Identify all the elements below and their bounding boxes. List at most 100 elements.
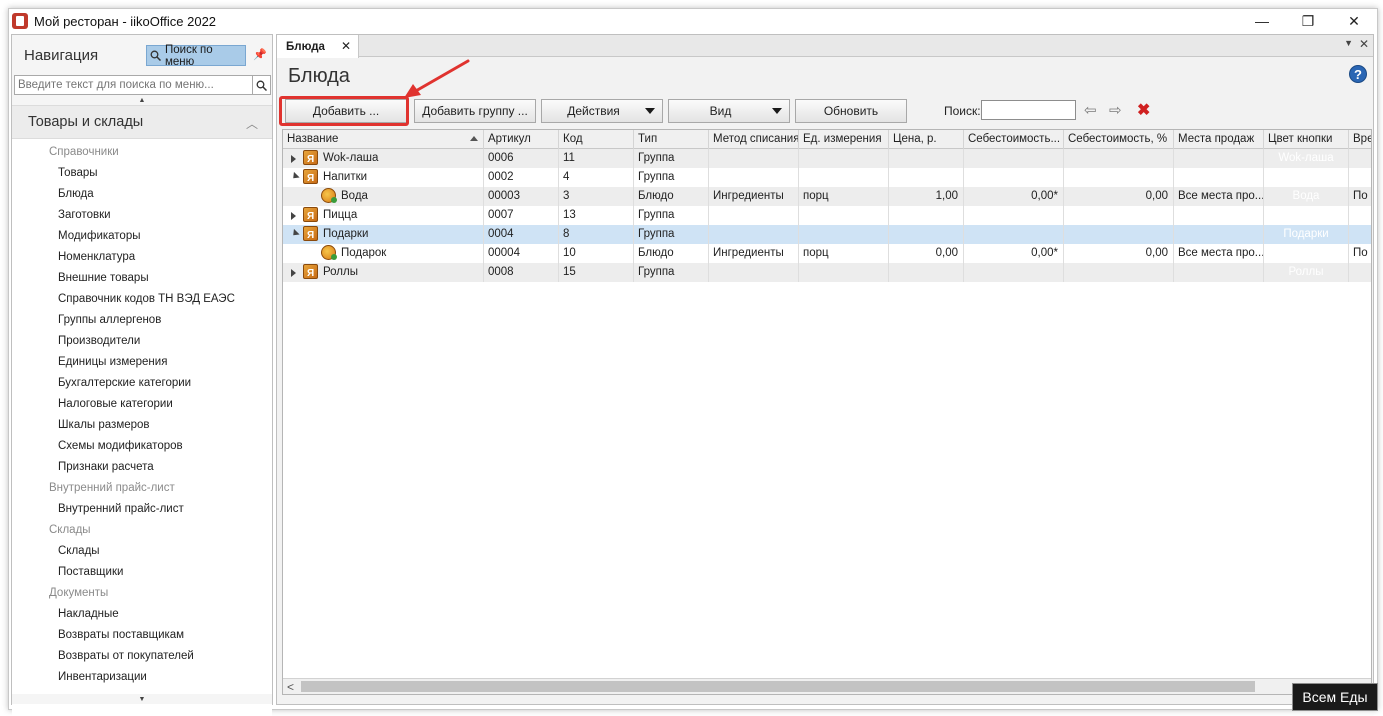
view-dropdown[interactable]: Вид <box>668 99 790 123</box>
expand-arrow-icon[interactable] <box>291 155 296 163</box>
grid-search-input[interactable] <box>981 100 1076 120</box>
column-header[interactable]: Цена, р. <box>889 130 964 149</box>
dish-icon <box>321 245 337 260</box>
nav-item[interactable]: Бухгалтерские категории <box>12 373 272 394</box>
nav-category: Документы <box>49 587 109 599</box>
refresh-button[interactable]: Обновить <box>795 99 907 123</box>
tab-close-icon[interactable]: ✕ <box>341 39 351 53</box>
expand-arrow-icon[interactable] <box>291 212 296 220</box>
cell-name: Подарки <box>283 225 484 244</box>
table-row[interactable]: Подарки 00048Группа Подарки <box>283 225 1371 244</box>
nav-item[interactable]: Номенклатура <box>12 247 272 268</box>
column-header[interactable]: Себестоимость... <box>964 130 1064 149</box>
nav-item[interactable]: Внутренний прайс-лист <box>12 499 272 520</box>
nav-item[interactable]: Возвраты поставщикам <box>12 625 272 646</box>
scroll-thumb[interactable] <box>301 681 1255 692</box>
nav-item[interactable]: Склады <box>12 541 272 562</box>
nav-item[interactable]: Признаки расчета <box>12 457 272 478</box>
cell-cost-pct: 0,00 <box>1064 244 1174 263</box>
nav-item[interactable]: Товары <box>12 163 272 184</box>
nav-search-field[interactable] <box>14 75 271 95</box>
add-group-button[interactable]: Добавить группу ... <box>414 99 536 123</box>
nav-item[interactable]: Блюда <box>12 184 272 205</box>
column-header[interactable]: Ед. измерения <box>799 130 889 149</box>
cell-places: Все места про... <box>1174 187 1264 206</box>
clear-search-icon[interactable]: ✖ <box>1137 100 1150 120</box>
collapse-arrow-icon[interactable] <box>290 171 300 182</box>
column-header[interactable]: Врем <box>1349 130 1371 149</box>
cell-time <box>1349 225 1371 244</box>
next-arrow-icon[interactable]: ⇨ <box>1109 101 1122 119</box>
nav-item[interactable]: Заготовки <box>12 205 272 226</box>
table-row[interactable]: Подарок 00004 10 Блюдо Ингредиенты порц 0,00 0,… <box>283 244 1371 263</box>
previous-arrow-icon[interactable]: ⇦ <box>1084 101 1097 119</box>
table-row[interactable]: Wok-лаша 000611Группа Wok-лаша <box>283 149 1371 168</box>
nav-item[interactable]: Возвраты от покупателей <box>12 646 272 667</box>
column-header[interactable]: Метод списания <box>709 130 799 149</box>
navigation-panel: Навигация Поиск по меню 📌 ▲ Товары и скл… <box>11 34 273 716</box>
nav-scroll-up-icon[interactable]: ▲ <box>12 95 272 105</box>
actions-dropdown[interactable]: Действия <box>541 99 663 123</box>
horizontal-scrollbar[interactable]: < <box>283 678 1371 694</box>
cell-name: Подарок <box>283 244 484 263</box>
table-row[interactable]: Роллы 000815Группа Роллы <box>283 263 1371 282</box>
cell-article: 0004 <box>484 225 559 244</box>
nav-item[interactable]: Единицы измерения <box>12 352 272 373</box>
cell-type: Блюдо <box>634 244 709 263</box>
column-header[interactable]: Цвет кнопки <box>1264 130 1349 149</box>
chevron-up-icon[interactable]: ︿ <box>246 115 258 132</box>
expand-arrow-icon[interactable] <box>291 269 296 277</box>
annotation-arrow-icon <box>404 59 470 98</box>
nav-item[interactable]: Справочник кодов ТН ВЭД ЕАЭС <box>12 289 272 310</box>
refresh-label: Обновить <box>823 104 879 118</box>
toolbar: Добавить ... Добавить группу ... Действи… <box>279 96 1372 126</box>
close-all-tabs-icon[interactable]: ✕ <box>1359 37 1369 51</box>
nav-item[interactable]: Схемы модификаторов <box>12 436 272 457</box>
cell-btn-color <box>1264 244 1349 263</box>
cell-method <box>709 206 799 225</box>
tab-label: Блюда <box>286 40 325 53</box>
column-header[interactable]: Места продаж <box>1174 130 1264 149</box>
help-icon[interactable]: ? <box>1349 65 1367 83</box>
nav-search-input[interactable] <box>15 79 251 91</box>
column-header[interactable]: Артикул <box>484 130 559 149</box>
nav-item[interactable]: Инвентаризации <box>12 667 272 688</box>
menu-search-button[interactable]: Поиск по меню <box>146 44 246 68</box>
nav-item[interactable]: Внешние товары <box>12 268 272 289</box>
nav-item[interactable]: Налоговые категории <box>12 394 272 415</box>
cell-cost-pct <box>1064 206 1174 225</box>
nav-item[interactable]: Модификаторы <box>12 226 272 247</box>
nav-item[interactable]: Накладные <box>12 604 272 625</box>
nav-item[interactable]: Группы аллергенов <box>12 310 272 331</box>
collapse-arrow-icon[interactable] <box>290 228 300 239</box>
cell-btn-color: Wok-лаша <box>1264 149 1349 168</box>
column-header[interactable]: Себестоимость, % <box>1064 130 1174 149</box>
pin-icon[interactable]: 📌 <box>253 48 267 61</box>
cell-unit <box>799 225 889 244</box>
window-title: Мой ресторан - iikoOffice 2022 <box>34 13 217 29</box>
row-name: Пицца <box>323 209 358 221</box>
nav-item[interactable]: Шкалы размеров <box>12 415 272 436</box>
nav-section-header[interactable]: Товары и склады ︿ <box>12 105 272 139</box>
cell-type: Группа <box>634 225 709 244</box>
minimize-button[interactable]: — <box>1239 9 1285 33</box>
restore-button[interactable]: ❐ <box>1285 9 1331 33</box>
table-row[interactable]: Вода 00003 3 Блюдо Ингредиенты порц 1,00 0,00* 0… <box>283 187 1371 206</box>
tab-dishes[interactable]: Блюда ✕ <box>277 35 359 58</box>
table-row[interactable]: Пицца 000713Группа <box>283 206 1371 225</box>
tab-list-dropdown-icon[interactable]: ▼ <box>1344 38 1353 48</box>
column-header[interactable]: Тип <box>634 130 709 149</box>
cell-name: Вода <box>283 187 484 206</box>
nav-item[interactable]: Поставщики <box>12 562 272 583</box>
nav-item[interactable]: Производители <box>12 331 272 352</box>
close-window-button[interactable]: ✕ <box>1331 9 1377 33</box>
column-header[interactable]: Код <box>559 130 634 149</box>
column-header[interactable]: Название <box>283 130 484 149</box>
dish-icon <box>321 188 337 203</box>
chevron-down-icon <box>645 108 655 114</box>
nav-category: Внутренний прайс-лист <box>49 482 175 494</box>
scroll-left-icon[interactable]: < <box>287 680 294 694</box>
nav-scroll-down-icon[interactable]: ▼ <box>12 694 272 704</box>
table-row[interactable]: Напитки 00024Группа <box>283 168 1371 187</box>
search-icon[interactable] <box>252 76 270 94</box>
